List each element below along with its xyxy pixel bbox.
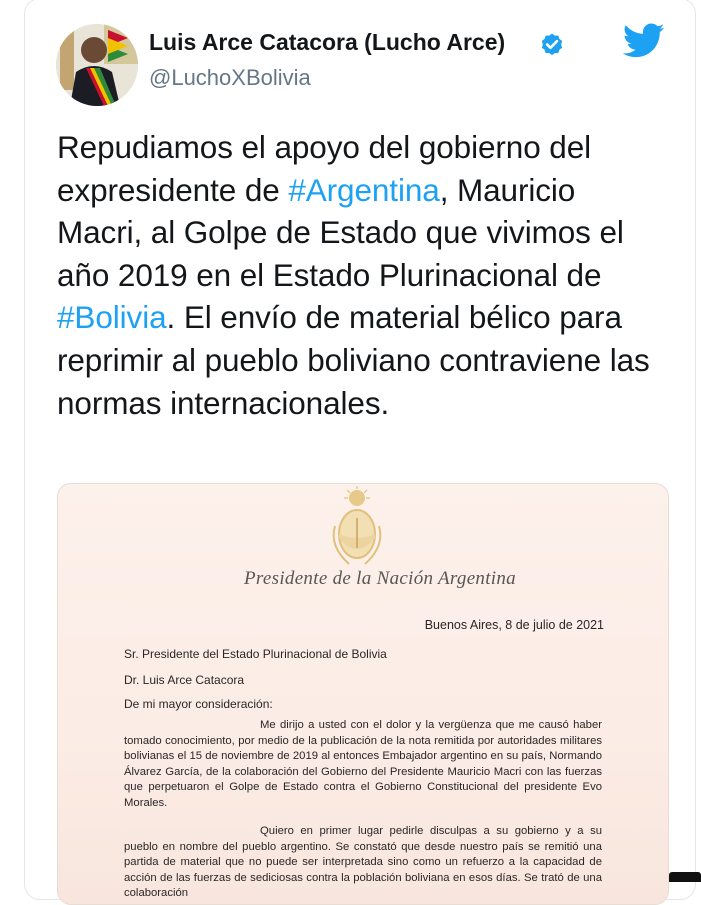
hashtag-bolivia-link[interactable]: #Bolivia — [57, 299, 167, 335]
author-handle[interactable]: @LuchoXBolivia — [149, 65, 311, 91]
attached-letter-image[interactable]: Presidente de la Nación Argentina Buenos… — [57, 483, 669, 905]
twitter-bird-icon[interactable] — [623, 23, 665, 59]
letter-paragraph: Quiero en primer lugar pedirle disculpas… — [124, 825, 602, 900]
verified-badge-icon — [541, 33, 563, 56]
author-avatar[interactable] — [56, 24, 138, 106]
corner-overlay-button[interactable] — [669, 872, 701, 882]
tweet-card[interactable]: Luis Arce Catacora (Lucho Arce) @LuchoXB… — [24, 0, 696, 905]
letterhead: Presidente de la Nación Argentina — [244, 568, 516, 589]
author-name[interactable]: Luis Arce Catacora (Lucho Arce) — [149, 29, 505, 56]
letter-salutation: De mi mayor consideración: — [124, 697, 273, 711]
argentine-coat-of-arms-icon — [332, 486, 382, 565]
tweet-text: Repudiamos el apoyo del gobierno del exp… — [57, 126, 667, 424]
letter-date: Buenos Aires, 8 de julio de 2021 — [424, 618, 604, 632]
letter-recipient-name: Dr. Luis Arce Catacora — [124, 673, 245, 687]
letter-recipient: Sr. Presidente del Estado Plurinacional … — [124, 647, 387, 661]
letter-paragraph: Me dirijo a usted con el dolor y la verg… — [124, 719, 602, 809]
hashtag-argentina-link[interactable]: #Argentina — [288, 172, 439, 208]
avatar-photo — [56, 24, 138, 106]
